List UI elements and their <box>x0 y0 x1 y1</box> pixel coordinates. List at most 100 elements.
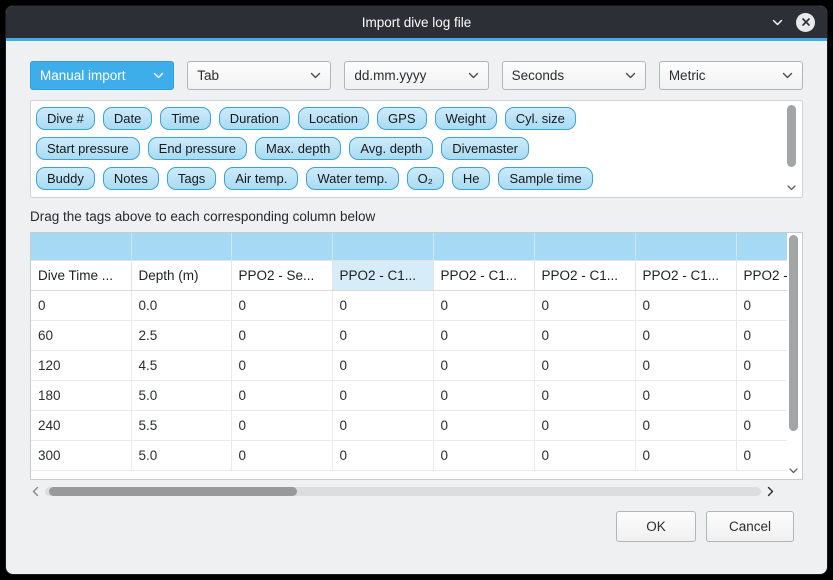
drag-tag[interactable]: GPS <box>377 107 426 130</box>
ok-button[interactable]: OK <box>616 511 696 542</box>
column-drop-target[interactable] <box>534 233 635 260</box>
table-cell: 0 <box>332 410 433 440</box>
table-cell: 0 <box>736 320 787 350</box>
field-separator-select[interactable]: Tab <box>187 61 331 90</box>
drag-tag[interactable]: Notes <box>103 167 159 190</box>
table-vertical-scrollbar[interactable] <box>787 235 800 477</box>
tag-row: Dive # Date Time Duration Location GPS Weight C… <box>36 107 778 130</box>
hscroll-handle[interactable] <box>49 487 297 496</box>
tags-panel: Dive # Date Time Duration Location GPS Weight C… <box>30 100 803 198</box>
drag-tag[interactable]: Avg. depth <box>349 137 433 160</box>
column-header[interactable]: Depth (m) <box>131 260 231 290</box>
table-cell: 0 <box>433 380 534 410</box>
table-cell: 0 <box>736 440 787 470</box>
window-title: Import dive log file <box>362 15 472 30</box>
drag-tag[interactable]: End pressure <box>148 137 247 160</box>
chevron-down-icon <box>153 72 164 79</box>
drag-tag[interactable]: Location <box>298 107 369 130</box>
titlebar[interactable]: Import dive log file <box>6 6 827 41</box>
column-drop-target[interactable] <box>635 233 736 260</box>
scroll-left-icon[interactable] <box>31 486 40 497</box>
table-cell: 0 <box>231 380 332 410</box>
drag-tag[interactable]: Weight <box>435 107 497 130</box>
import-mode-select[interactable]: Manual import <box>30 61 174 90</box>
table-vscroll-track[interactable] <box>787 235 800 465</box>
scroll-down-icon[interactable] <box>787 465 800 477</box>
drag-tag[interactable]: Start pressure <box>36 137 140 160</box>
chevron-down-icon <box>625 72 636 79</box>
column-drop-target[interactable] <box>433 233 534 260</box>
drag-tag[interactable]: Water temp. <box>306 167 398 190</box>
drag-tag[interactable]: He <box>452 167 491 190</box>
column-drop-target[interactable] <box>332 233 433 260</box>
drag-tag[interactable]: Max. depth <box>255 137 341 160</box>
table-cell: 0 <box>332 440 433 470</box>
drag-tag[interactable]: Sample pO₂ <box>256 197 348 198</box>
table-cell: 0 <box>332 290 433 320</box>
tags-scrollbar-track[interactable] <box>785 105 798 182</box>
hscroll-track[interactable] <box>45 487 761 496</box>
column-header[interactable]: PPO2 - C1... <box>635 260 736 290</box>
column-drop-target[interactable] <box>31 233 131 260</box>
table-cell: 0 <box>736 290 787 320</box>
table-cell: 0 <box>635 320 736 350</box>
column-drop-target[interactable] <box>231 233 332 260</box>
column-header[interactable]: PPO2 - Se... <box>231 260 332 290</box>
shade-chevron-icon[interactable] <box>772 19 783 26</box>
tags-scrollbar[interactable] <box>785 105 798 194</box>
column-header[interactable]: PPO2 - C1... <box>534 260 635 290</box>
table-cell: 0 <box>534 410 635 440</box>
import-table: Dive Time ...Depth (m)PPO2 - Se...PPO2 -… <box>31 233 787 471</box>
column-drop-target[interactable] <box>736 233 787 260</box>
table-cell: 5.5 <box>131 410 231 440</box>
column-header[interactable]: PPO2 - C1... <box>433 260 534 290</box>
table-cell: 0 <box>433 410 534 440</box>
drag-tag[interactable]: Sample depth <box>36 197 138 198</box>
drag-tag[interactable]: Tags <box>167 167 216 190</box>
column-header[interactable]: PPO2 - C1... <box>332 260 433 290</box>
column-header[interactable]: Dive Time ... <box>31 260 131 290</box>
column-drop-target[interactable] <box>131 233 231 260</box>
drag-tag[interactable]: Time <box>160 107 210 130</box>
drag-tag[interactable]: Buddy <box>36 167 95 190</box>
tags-scrollbar-handle[interactable] <box>787 105 796 167</box>
drag-tag[interactable]: Cyl. size <box>505 107 576 130</box>
table-cell: 300 <box>31 440 131 470</box>
table-horizontal-scrollbar[interactable] <box>30 485 775 498</box>
combo-value: Metric <box>669 68 706 83</box>
table-cell: 0 <box>635 350 736 380</box>
drag-tag[interactable]: Duration <box>219 107 290 130</box>
scroll-down-icon[interactable] <box>785 182 798 194</box>
table-row: 602.5000000 <box>31 320 787 350</box>
time-format-select[interactable]: Seconds <box>502 61 646 90</box>
drag-tag[interactable]: Air temp. <box>224 167 298 190</box>
drag-tag[interactable]: Date <box>103 107 152 130</box>
table-cell: 240 <box>31 410 131 440</box>
scroll-right-icon[interactable] <box>766 486 775 497</box>
table-cell: 60 <box>31 320 131 350</box>
chevron-down-icon <box>310 72 321 79</box>
drag-tag[interactable]: Sample time <box>498 167 592 190</box>
close-icon[interactable] <box>796 13 815 32</box>
chevron-down-icon <box>782 72 793 79</box>
drag-tag[interactable]: Sample temp. <box>146 197 248 198</box>
table-cell: 0.0 <box>131 290 231 320</box>
date-format-select[interactable]: dd.mm.yyyy <box>344 61 488 90</box>
table-cell: 0 <box>534 320 635 350</box>
table-cell: 0 <box>635 290 736 320</box>
import-table-area: Dive Time ...Depth (m)PPO2 - Se...PPO2 -… <box>30 232 803 480</box>
units-select[interactable]: Metric <box>659 61 803 90</box>
drag-tag[interactable]: Dive # <box>36 107 95 130</box>
drag-tag[interactable]: Divemaster <box>441 137 529 160</box>
combo-value: Tab <box>197 68 219 83</box>
column-header[interactable]: PPO2 - C1... <box>736 260 787 290</box>
table-cell: 180 <box>31 380 131 410</box>
dialog-footer: OK Cancel <box>30 511 803 542</box>
drag-tag[interactable]: O₂ <box>407 167 444 190</box>
table-cell: 0 <box>534 350 635 380</box>
table-vscroll-handle[interactable] <box>789 235 798 431</box>
table-cell: 0 <box>736 410 787 440</box>
drag-tag[interactable]: Sample CNS <box>357 197 454 198</box>
table-cell: 0 <box>534 440 635 470</box>
cancel-button[interactable]: Cancel <box>706 511 794 542</box>
